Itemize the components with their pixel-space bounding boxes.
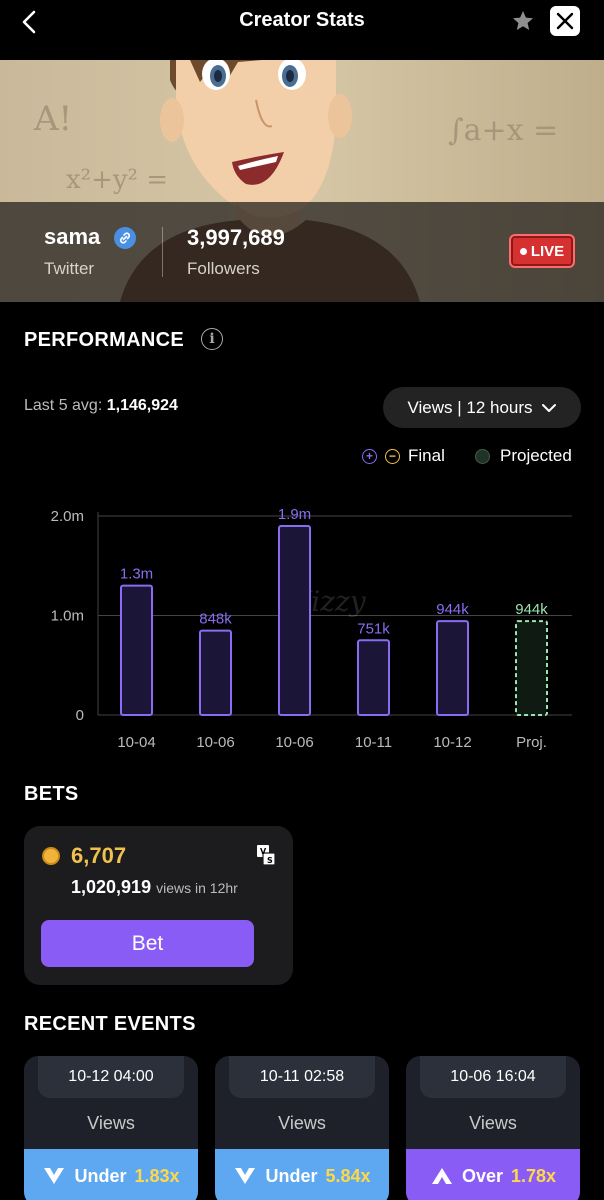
event-multiplier: 5.84x xyxy=(325,1166,371,1186)
board-text-1: A! xyxy=(33,99,72,139)
creator-platform: Twitter xyxy=(44,259,95,278)
stats-divider xyxy=(162,227,163,277)
bet-views-suffix: views in 12hr xyxy=(156,880,238,896)
chevron-down-icon xyxy=(541,403,556,412)
star-icon[interactable] xyxy=(511,9,535,33)
vs-icon: V S xyxy=(257,845,275,865)
y-tick-label: 1.0m xyxy=(51,608,84,625)
y-tick-label: 0 xyxy=(76,707,84,724)
bar-value-label: 751k xyxy=(357,620,390,637)
bet-button[interactable]: Bet xyxy=(41,920,254,967)
x-tick-label: 10-06 xyxy=(196,734,234,751)
event-multiplier: 1.78x xyxy=(510,1166,557,1186)
bar xyxy=(357,639,390,716)
under-arrow-icon xyxy=(44,1168,65,1184)
event-result-label: Under xyxy=(265,1166,318,1186)
bet-views-count: 1,020,919 xyxy=(71,877,152,897)
bar-value-label: 944k xyxy=(515,601,548,618)
x-tick-label: 10-12 xyxy=(433,734,471,751)
bet-views: 1,020,919 views in 12hr xyxy=(71,877,238,898)
x-tick-label: 10-06 xyxy=(275,734,313,751)
event-date: 10-11 02:58 xyxy=(229,1056,375,1098)
event-date: 10-06 16:04 xyxy=(420,1056,566,1098)
event-result: Over 1.78x xyxy=(406,1149,580,1200)
event-result-label: Under xyxy=(74,1166,127,1186)
bar-value-label: 1.9m xyxy=(278,506,311,523)
info-icon[interactable]: i xyxy=(201,328,223,350)
event-card[interactable]: 10-06 16:04 Views Over 1.78x xyxy=(406,1056,580,1200)
plus-circle-icon: + xyxy=(362,448,377,464)
creator-name[interactable]: sama xyxy=(44,224,100,250)
y-tick-label: 2.0m xyxy=(51,508,84,525)
x-tick-label: 10-11 xyxy=(355,734,392,751)
event-metric: Views xyxy=(87,1113,135,1133)
avg-label: Last 5 avg: xyxy=(24,397,103,414)
legend-projected-label: Projected xyxy=(500,446,572,465)
top-bar: Creator Stats xyxy=(0,0,604,60)
svg-text:S: S xyxy=(267,856,273,865)
avg-value: 1,146,924 xyxy=(106,397,178,414)
x-logo-button[interactable] xyxy=(550,6,580,36)
event-card[interactable]: 10-12 04:00 Views Under 1.83x xyxy=(24,1056,198,1200)
bar xyxy=(436,620,469,716)
last-5-avg: Last 5 avg: 1,146,924 xyxy=(24,397,178,415)
live-dot-icon xyxy=(519,247,527,255)
event-result-label: Over xyxy=(461,1166,503,1186)
event-result: Under 5.84x xyxy=(215,1149,389,1200)
bar-value-label: 944k xyxy=(436,601,469,618)
bar-value-label: 1.3m xyxy=(120,566,153,583)
projected-bar xyxy=(515,620,548,716)
live-badge[interactable]: LIVE xyxy=(509,234,575,268)
bar xyxy=(199,629,232,716)
event-card[interactable]: 10-11 02:58 Views Under 5.84x xyxy=(215,1056,389,1200)
bar xyxy=(278,524,311,717)
bar-value-label: 848k xyxy=(199,611,232,628)
verified-link-icon xyxy=(114,227,136,249)
x-tick-label: Proj. xyxy=(516,734,547,751)
board-text-3: ∫a+x = xyxy=(448,113,558,148)
recent-events-title: RECENT EVENTS xyxy=(24,1013,196,1035)
bets-title: BETS xyxy=(24,783,79,805)
coin-icon xyxy=(42,847,60,865)
event-metric: Views xyxy=(278,1113,326,1133)
followers-count: 3,997,689 xyxy=(187,225,285,250)
bet-card: 6,707 V S 1,020,919 views in 12hr Bet xyxy=(24,826,293,985)
projected-dot-icon xyxy=(475,448,490,464)
live-label: LIVE xyxy=(530,242,565,260)
followers-label: Followers xyxy=(187,259,260,278)
x-tick-label: 10-04 xyxy=(117,734,155,751)
bar xyxy=(120,584,153,717)
under-arrow-icon xyxy=(235,1168,256,1184)
legend-final-label: Final xyxy=(408,446,445,465)
board-text-2: x²+y² = xyxy=(66,165,168,195)
legend-projected: Projected xyxy=(475,446,572,466)
minus-circle-icon: − xyxy=(385,448,400,464)
over-arrow-icon xyxy=(431,1168,452,1184)
dropdown-label: Views | 12 hours xyxy=(407,397,533,417)
event-result: Under 1.83x xyxy=(24,1149,198,1200)
performance-chart: 01.0m2.0mKizzy1.3m10-04848k10-061.9m10-0… xyxy=(51,506,572,751)
legend-final: + − Final xyxy=(362,446,445,466)
event-date: 10-12 04:00 xyxy=(38,1056,184,1098)
event-metric: Views xyxy=(469,1113,517,1133)
metric-period-dropdown[interactable]: Views | 12 hours xyxy=(383,387,581,428)
coin-amount: 6,707 xyxy=(71,843,127,868)
performance-title: PERFORMANCE xyxy=(24,329,184,351)
svg-text:V: V xyxy=(260,847,267,856)
event-multiplier: 1.83x xyxy=(134,1166,180,1186)
x-logo-icon xyxy=(556,12,574,30)
